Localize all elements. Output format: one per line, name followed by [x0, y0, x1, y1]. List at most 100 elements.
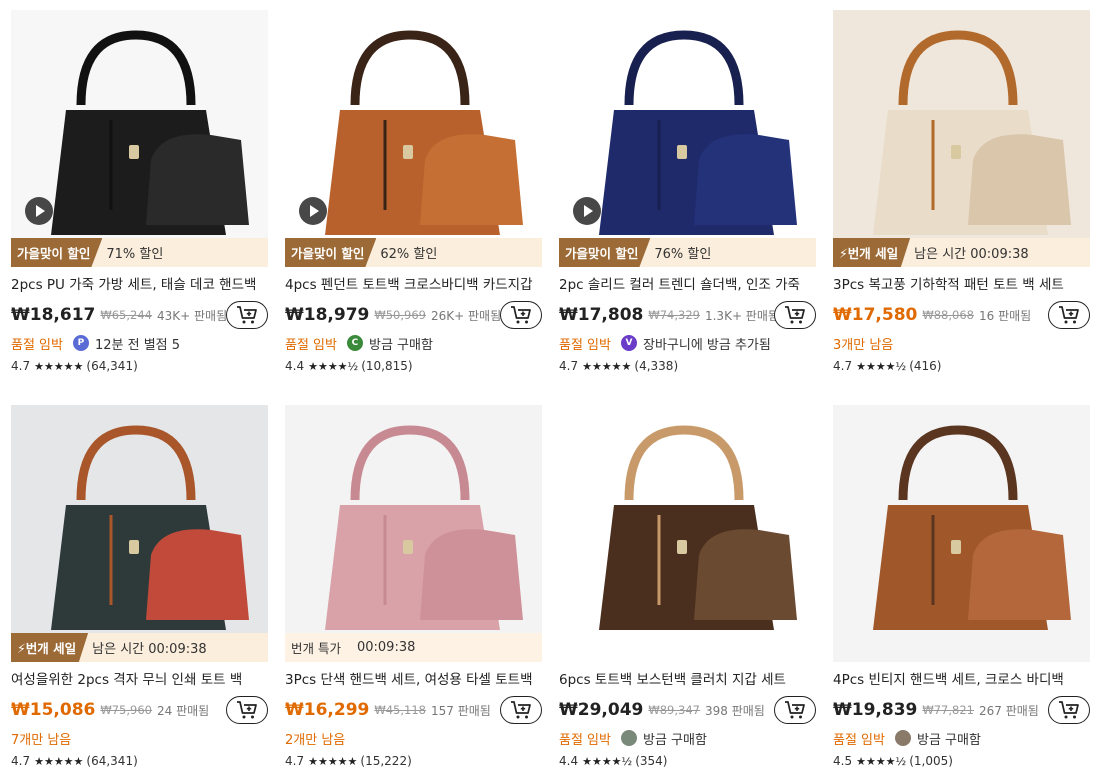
- play-video-icon[interactable]: [299, 197, 327, 225]
- rating-stars-icon: ★★★★½: [856, 359, 907, 373]
- rating-stars-icon: ★★★★½: [582, 754, 633, 768]
- product-image[interactable]: ⚡번개 세일 남은 시간 00:09:38: [833, 10, 1090, 267]
- product-card[interactable]: 가을맞이 할인 62% 할인 4pcs 펜던트 토트백 크로스바디백 카드지갑 ₩18…: [285, 10, 542, 374]
- play-video-icon[interactable]: [25, 197, 53, 225]
- product-image[interactable]: 가을맞이 할인 62% 할인: [285, 10, 542, 267]
- product-card[interactable]: 번개 특가 00:09:38 3Pcs 단색 핸드백 세트, 여성용 타셀 토트백 ₩…: [285, 405, 542, 769]
- info-row: 품절 임박 방금 구매함: [833, 729, 1090, 748]
- price-row: ₩19,839 ₩77,821 267 판매됨: [833, 696, 1090, 724]
- product-title[interactable]: 3Pcs 복고풍 기하학적 패턴 토트 백 세트: [833, 276, 1090, 294]
- product-image[interactable]: [833, 405, 1090, 662]
- promo-banner: 가을맞이 할인 76% 할인: [559, 238, 816, 267]
- rating-row: 4.7 ★★★★★ (64,341): [11, 753, 268, 769]
- promo-text: 남은 시간 00:09:38: [914, 247, 1029, 262]
- review-count: (416): [909, 359, 942, 373]
- add-to-cart-button[interactable]: [774, 696, 816, 724]
- price-row: ₩15,086 ₩75,960 24 판매됨: [11, 696, 268, 724]
- product-card[interactable]: 가을맞이 할인 76% 할인 2pc 솔리드 컬러 트렌디 숄더백, 인조 가죽 ₩1…: [559, 10, 816, 374]
- rating-value: 4.5: [833, 754, 853, 768]
- product-card[interactable]: 6pcs 토트백 보스턴백 클러치 지갑 세트 ₩29,049 ₩89,347 398…: [559, 405, 816, 769]
- add-to-cart-button[interactable]: [774, 301, 816, 329]
- almost-sold-out-badge: 품절 임박: [559, 732, 611, 748]
- rating-value: 4.7: [559, 359, 579, 373]
- sold-count: 398 판매됨: [704, 703, 765, 718]
- promo-tag: ⚡번개 세일: [11, 633, 89, 662]
- add-to-cart-button[interactable]: [1048, 301, 1090, 329]
- product-title[interactable]: 2pc 솔리드 컬러 트렌디 숄더백, 인조 가죽: [559, 276, 816, 294]
- sold-count: 267 판매됨: [978, 703, 1039, 718]
- rating-value: 4.7: [11, 359, 31, 373]
- product-card[interactable]: 가을맞이 할인 71% 할인 2pcs PU 가죽 가방 세트, 태슬 데코 핸드백…: [11, 10, 268, 374]
- price-row: ₩16,299 ₩45,118 157 판매됨: [285, 696, 542, 724]
- stock-remaining: 7개만 남음: [11, 732, 72, 748]
- stock-remaining: 3개만 남음: [833, 337, 894, 353]
- sold-count: 24 판매됨: [156, 703, 210, 718]
- add-to-cart-button[interactable]: [1048, 696, 1090, 724]
- sold-count: 1.3K+ 판매됨: [704, 308, 779, 323]
- product-title[interactable]: 여성을위한 2pcs 격자 무늬 인쇄 토트 백: [11, 671, 268, 689]
- almost-sold-out-badge: 품절 임박: [285, 337, 337, 353]
- add-to-cart-icon: [1059, 701, 1079, 719]
- add-to-cart-icon: [785, 306, 805, 324]
- promo-tag: 가을맞이 할인: [11, 238, 103, 267]
- info-row: 품절 임박 V 장바구니에 방금 추가됨: [559, 334, 816, 353]
- promo-tag: 가을맞이 할인: [285, 238, 377, 267]
- original-price: ₩88,068: [922, 308, 974, 322]
- add-to-cart-button[interactable]: [226, 301, 268, 329]
- buyer-avatar: P: [72, 335, 89, 351]
- review-count: (64,341): [86, 754, 138, 768]
- product-title[interactable]: 2pcs PU 가죽 가방 세트, 태슬 데코 핸드백: [11, 276, 268, 294]
- add-to-cart-button[interactable]: [500, 696, 542, 724]
- recent-activity: 방금 구매함: [642, 732, 707, 748]
- original-price: ₩74,329: [648, 308, 700, 322]
- rating-row: 4.7 ★★★★★ (64,341): [11, 358, 268, 374]
- product-image-graphic: [833, 405, 1090, 662]
- rating-row: 4.7 ★★★★★ (15,222): [285, 753, 542, 769]
- add-to-cart-button[interactable]: [500, 301, 542, 329]
- review-count: (4,338): [634, 359, 679, 373]
- promo-text: 남은 시간 00:09:38: [92, 642, 207, 657]
- product-image[interactable]: [559, 405, 816, 662]
- info-row: 품절 임박 P 12분 전 별점 5: [11, 334, 268, 353]
- almost-sold-out-badge: 품절 임박: [11, 337, 63, 353]
- review-count: (1,005): [909, 754, 953, 768]
- price-row: ₩17,808 ₩74,329 1.3K+ 판매됨: [559, 301, 816, 329]
- add-to-cart-icon: [511, 701, 531, 719]
- sale-price: ₩16,299: [285, 700, 370, 720]
- add-to-cart-button[interactable]: [226, 696, 268, 724]
- buyer-avatar: [894, 730, 911, 746]
- promo-banner: 가을맞이 할인 71% 할인: [11, 238, 268, 267]
- recent-activity: 장바구니에 방금 추가됨: [642, 337, 771, 353]
- rating-value: 4.7: [833, 359, 853, 373]
- product-image[interactable]: 가을맞이 할인 71% 할인: [11, 10, 268, 267]
- rating-value: 4.7: [285, 754, 305, 768]
- original-price: ₩65,244: [100, 308, 152, 322]
- product-image[interactable]: ⚡번개 세일 남은 시간 00:09:38: [11, 405, 268, 662]
- product-card[interactable]: ⚡번개 세일 남은 시간 00:09:38 3Pcs 복고풍 기하학적 패턴 토트 …: [833, 10, 1090, 374]
- recent-activity: 방금 구매함: [368, 337, 433, 353]
- recent-activity: 방금 구매함: [916, 732, 981, 748]
- product-title[interactable]: 6pcs 토트백 보스턴백 클러치 지갑 세트: [559, 671, 816, 689]
- product-image[interactable]: 가을맞이 할인 76% 할인: [559, 10, 816, 267]
- add-to-cart-icon: [237, 306, 257, 324]
- info-row: 3개만 남음: [833, 334, 1090, 353]
- product-image-graphic: [11, 10, 268, 267]
- product-title[interactable]: 4Pcs 빈티지 핸드백 세트, 크로스 바디백: [833, 671, 1090, 689]
- play-video-icon[interactable]: [573, 197, 601, 225]
- product-card[interactable]: 4Pcs 빈티지 핸드백 세트, 크로스 바디백 ₩19,839 ₩77,821 26…: [833, 405, 1090, 769]
- rating-stars-icon: ★★★★★: [582, 359, 632, 373]
- promo-banner: ⚡번개 세일 남은 시간 00:09:38: [11, 633, 268, 662]
- product-title[interactable]: 4pcs 펜던트 토트백 크로스바디백 카드지갑: [285, 276, 542, 294]
- product-image-graphic: [285, 405, 542, 662]
- product-image-graphic: [11, 405, 268, 662]
- original-price: ₩75,960: [100, 703, 152, 717]
- product-image[interactable]: 번개 특가 00:09:38: [285, 405, 542, 662]
- product-card[interactable]: ⚡번개 세일 남은 시간 00:09:38 여성을위한 2pcs 격자 무늬 인쇄 …: [11, 405, 268, 769]
- product-title[interactable]: 3Pcs 단색 핸드백 세트, 여성용 타셀 토트백: [285, 671, 542, 689]
- buyer-avatar: [620, 730, 637, 746]
- recent-activity: 12분 전 별점 5: [94, 337, 181, 353]
- rating-row: 4.4 ★★★★½ (354): [559, 753, 816, 769]
- rating-value: 4.7: [11, 754, 31, 768]
- original-price: ₩45,118: [374, 703, 426, 717]
- promo-banner: 번개 특가 00:09:38: [285, 633, 542, 662]
